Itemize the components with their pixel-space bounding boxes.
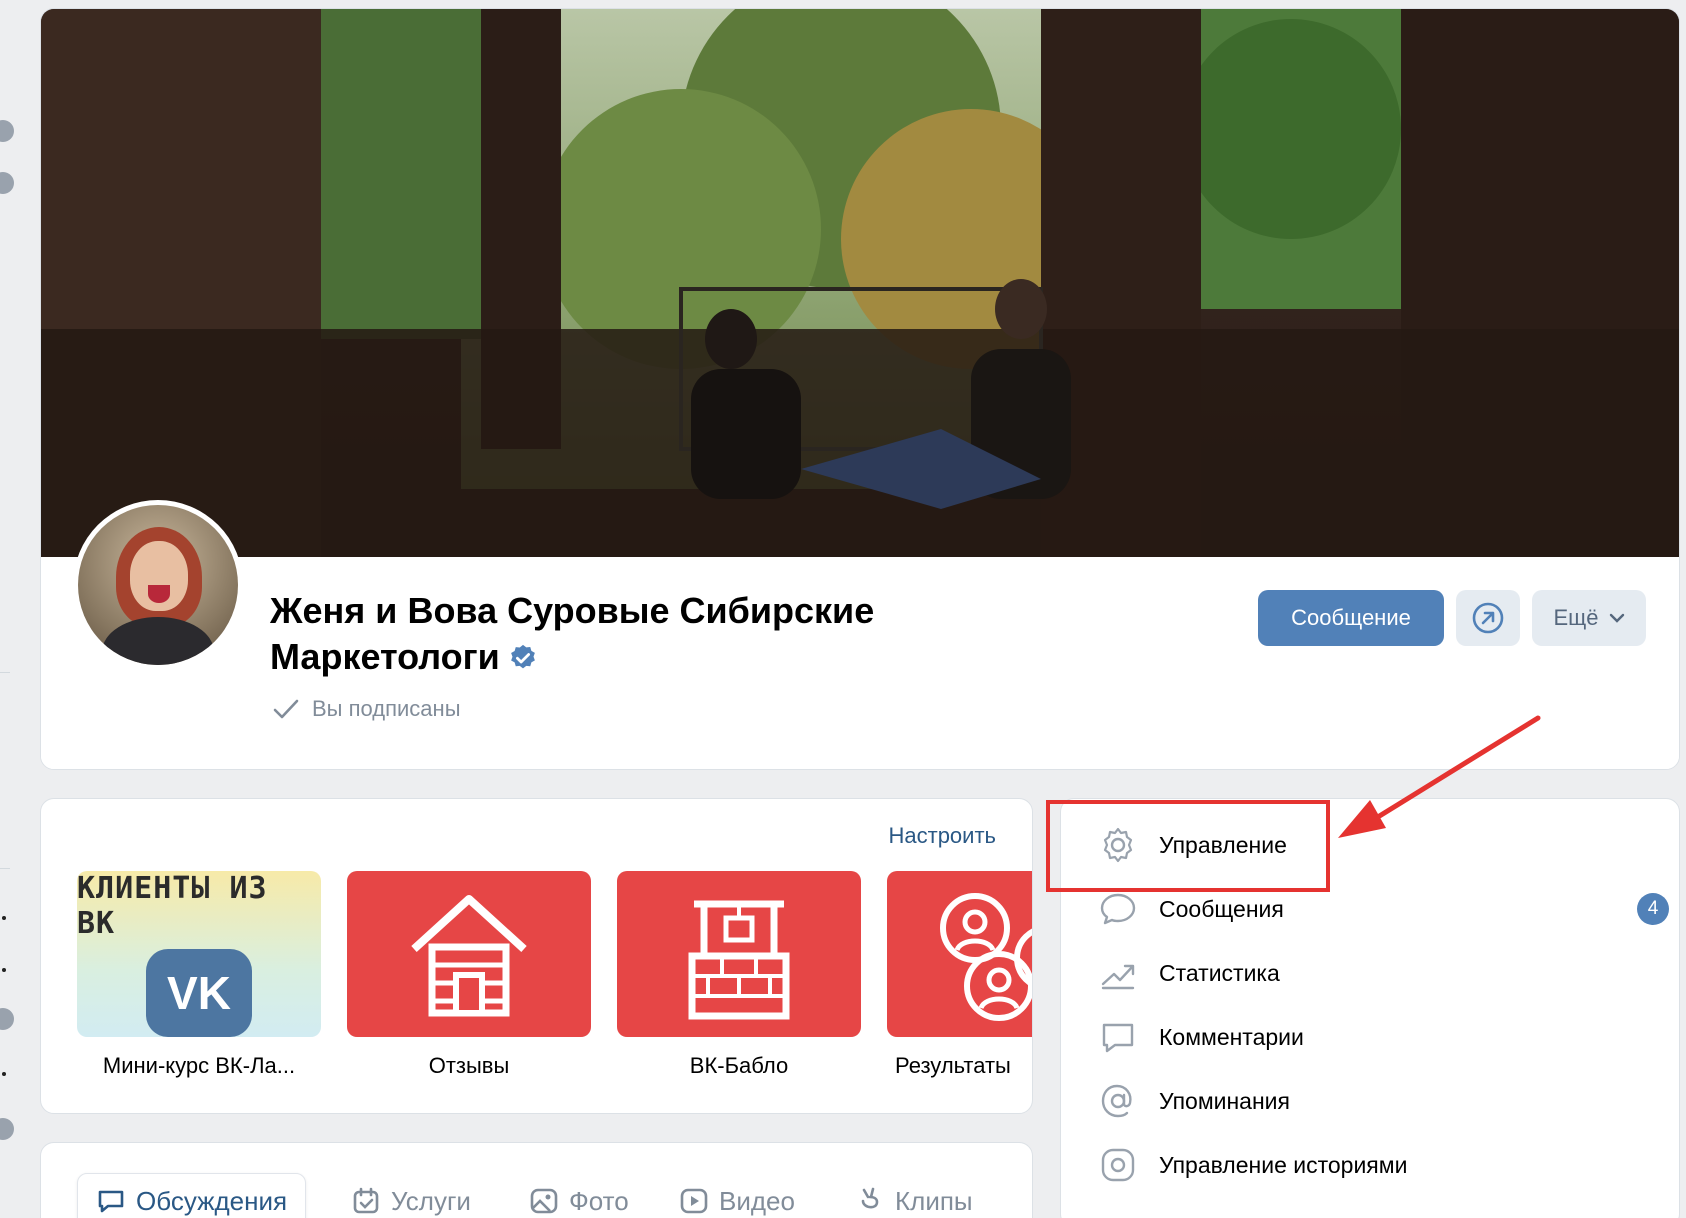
menu-item-label: Комментарии bbox=[1159, 1023, 1304, 1050]
tab-label: Обсуждения bbox=[136, 1185, 288, 1216]
sidebar-divider bbox=[0, 868, 10, 869]
message-bubble-icon bbox=[1100, 893, 1136, 925]
sidebar-edge-mark bbox=[2, 916, 6, 920]
discussion-icon bbox=[98, 1190, 124, 1213]
more-button[interactable]: Ещё bbox=[1532, 590, 1646, 646]
services-card: Настроить КЛИЕНТЫ ИЗ ВК VK Мини-курс ВК-… bbox=[40, 798, 1033, 1114]
sidebar-edge-icon[interactable] bbox=[0, 172, 14, 194]
menu-item-label: Упоминания bbox=[1159, 1087, 1290, 1114]
service-tile[interactable]: Результаты bbox=[887, 871, 1032, 1079]
menu-item-label: Сообщения bbox=[1159, 895, 1284, 922]
at-sign-icon bbox=[1101, 1084, 1132, 1118]
photo-icon bbox=[530, 1188, 558, 1214]
people-icon bbox=[940, 893, 1032, 1021]
menu-item-stories[interactable]: Управление историями bbox=[1099, 1137, 1669, 1193]
sidebar-edge-icon[interactable] bbox=[0, 120, 14, 142]
vk-logo-icon: VK bbox=[146, 949, 252, 1037]
service-tile[interactable]: КЛИЕНТЫ ИЗ ВК VK Мини-курс ВК-Ла... bbox=[77, 871, 321, 1079]
sidebar-edge-icon[interactable] bbox=[0, 1118, 14, 1140]
tab-label: Клипы bbox=[895, 1185, 973, 1216]
sidebar-divider bbox=[0, 672, 10, 673]
sidebar-edge-mark bbox=[2, 1072, 6, 1076]
tab-label: Услуги bbox=[391, 1185, 471, 1216]
annotation-highlight-box bbox=[1046, 800, 1330, 892]
tab-videos[interactable]: Видео bbox=[679, 1173, 795, 1218]
tab-discussions[interactable]: Обсуждения bbox=[77, 1173, 307, 1218]
tab-clips[interactable]: Клипы bbox=[855, 1173, 973, 1218]
house-icon bbox=[411, 895, 527, 1017]
trend-chart-icon bbox=[1101, 964, 1135, 990]
service-tile-cover bbox=[617, 871, 861, 1037]
video-icon bbox=[680, 1188, 708, 1214]
menu-item-comments[interactable]: Комментарии bbox=[1099, 1009, 1669, 1065]
service-tile-cover: КЛИЕНТЫ ИЗ ВК VK bbox=[77, 871, 321, 1037]
service-tile-label: ВК-Бабло bbox=[689, 1053, 789, 1078]
content-tabs-card: Обсуждения Услуги Фото Видео Клипы bbox=[40, 1142, 1033, 1218]
chevron-down-icon bbox=[1609, 613, 1624, 623]
service-tile-label: Отзывы bbox=[428, 1053, 510, 1078]
tile-cover-title: КЛИЕНТЫ ИЗ ВК bbox=[77, 871, 268, 941]
more-button-label: Ещё bbox=[1553, 605, 1599, 630]
service-tile-label: Результаты bbox=[895, 1053, 1011, 1078]
share-button[interactable] bbox=[1456, 590, 1520, 646]
subscription-label: Вы подписаны bbox=[312, 696, 461, 721]
well-icon bbox=[688, 900, 790, 1020]
stories-icon bbox=[1101, 1148, 1135, 1182]
message-button[interactable]: Сообщение bbox=[1258, 590, 1444, 646]
service-tile-label: Мини-курс ВК-Ла... bbox=[102, 1053, 296, 1078]
unread-badge: 4 bbox=[1637, 893, 1669, 925]
calendar-check-icon bbox=[353, 1187, 379, 1214]
tab-label: Видео bbox=[719, 1185, 795, 1216]
cover-image bbox=[41, 9, 1679, 557]
subscription-status[interactable]: Вы подписаны bbox=[272, 696, 461, 722]
service-tile[interactable]: ВК-Бабло bbox=[617, 871, 861, 1079]
clips-icon bbox=[861, 1187, 879, 1209]
sidebar-edge-mark bbox=[2, 968, 6, 972]
verified-badge-icon bbox=[510, 644, 535, 669]
group-avatar[interactable] bbox=[73, 500, 243, 670]
menu-item-label: Управление историями bbox=[1159, 1151, 1408, 1178]
service-tile-cover bbox=[887, 871, 1032, 1037]
services-carousel[interactable]: КЛИЕНТЫ ИЗ ВК VK Мини-курс ВК-Ла... Отзы… bbox=[77, 871, 1032, 1101]
service-tile[interactable]: Отзывы bbox=[347, 871, 591, 1079]
service-tile-cover bbox=[347, 871, 591, 1037]
share-arrow-icon bbox=[1472, 602, 1504, 634]
sidebar-edge-icon[interactable] bbox=[0, 1008, 14, 1030]
menu-item-label: Статистика bbox=[1159, 959, 1280, 986]
group-title-text: Женя и Вова Суровые Сибирские Маркетолог… bbox=[270, 590, 875, 677]
tab-photos[interactable]: Фото bbox=[529, 1173, 629, 1218]
left-sidebar-edge bbox=[0, 0, 14, 1218]
tab-label: Фото bbox=[569, 1185, 629, 1216]
menu-item-mentions[interactable]: Упоминания bbox=[1099, 1073, 1669, 1129]
menu-item-statistics[interactable]: Статистика bbox=[1099, 945, 1669, 1001]
comment-icon bbox=[1102, 1023, 1134, 1053]
checkmark-icon bbox=[273, 699, 299, 719]
message-button-label: Сообщение bbox=[1291, 605, 1411, 630]
annotation-arrow-icon bbox=[1338, 715, 1541, 838]
setup-link[interactable]: Настроить bbox=[889, 823, 997, 849]
tab-services[interactable]: Услуги bbox=[351, 1173, 471, 1218]
group-title: Женя и Вова Суровые Сибирские Маркетолог… bbox=[270, 588, 950, 680]
